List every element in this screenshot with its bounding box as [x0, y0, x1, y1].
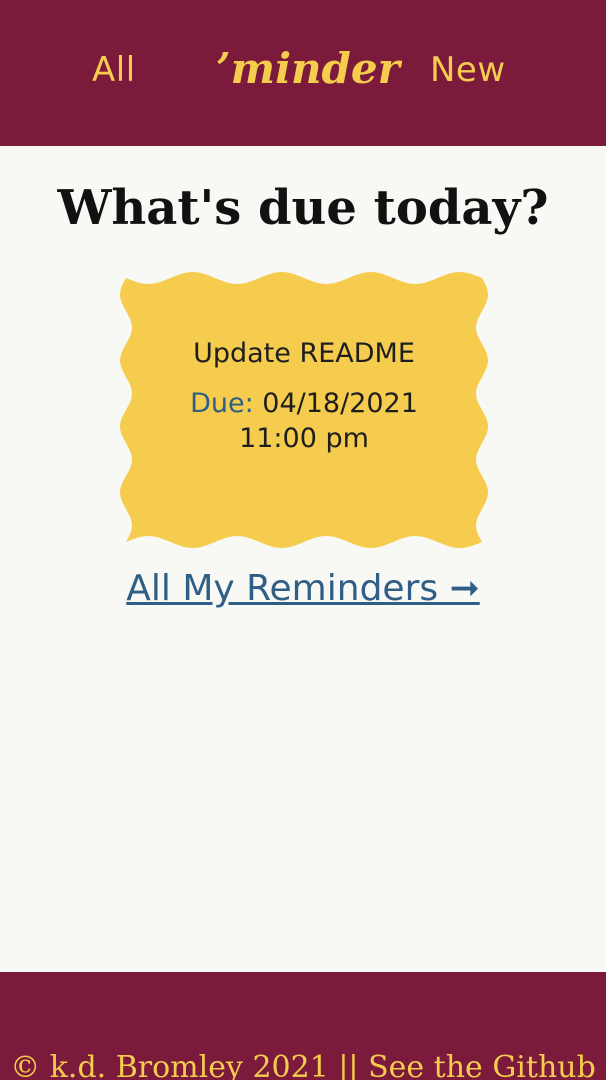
app-logo[interactable]: ’minder [216, 44, 400, 93]
reminder-title: Update README [193, 338, 415, 369]
app-page: All ’minder New What's due today? Update… [0, 0, 606, 1080]
top-nav-bar: All ’minder New [0, 0, 606, 146]
footer: © k.d. Bromley 2021 || See the Github [0, 972, 606, 1080]
due-label: Due: [190, 388, 254, 419]
all-reminders-link[interactable]: All My Reminders ➞ [0, 568, 606, 609]
reminder-card[interactable]: Update README Due: 04/18/2021 11:00 pm [118, 268, 490, 552]
page-title: What's due today? [57, 180, 549, 236]
github-link[interactable]: See the Github [368, 1050, 596, 1080]
due-date: 04/18/2021 [262, 388, 418, 419]
due-time: 11:00 pm [239, 423, 369, 454]
copyright-text: © k.d. Bromley 2021 || [10, 1050, 369, 1080]
nav-new-link[interactable]: New [430, 50, 506, 90]
nav-all-link[interactable]: All [92, 50, 136, 90]
footer-text: © k.d. Bromley 2021 || See the Github [0, 1050, 606, 1080]
reminder-due: Due: 04/18/2021 [118, 388, 490, 419]
